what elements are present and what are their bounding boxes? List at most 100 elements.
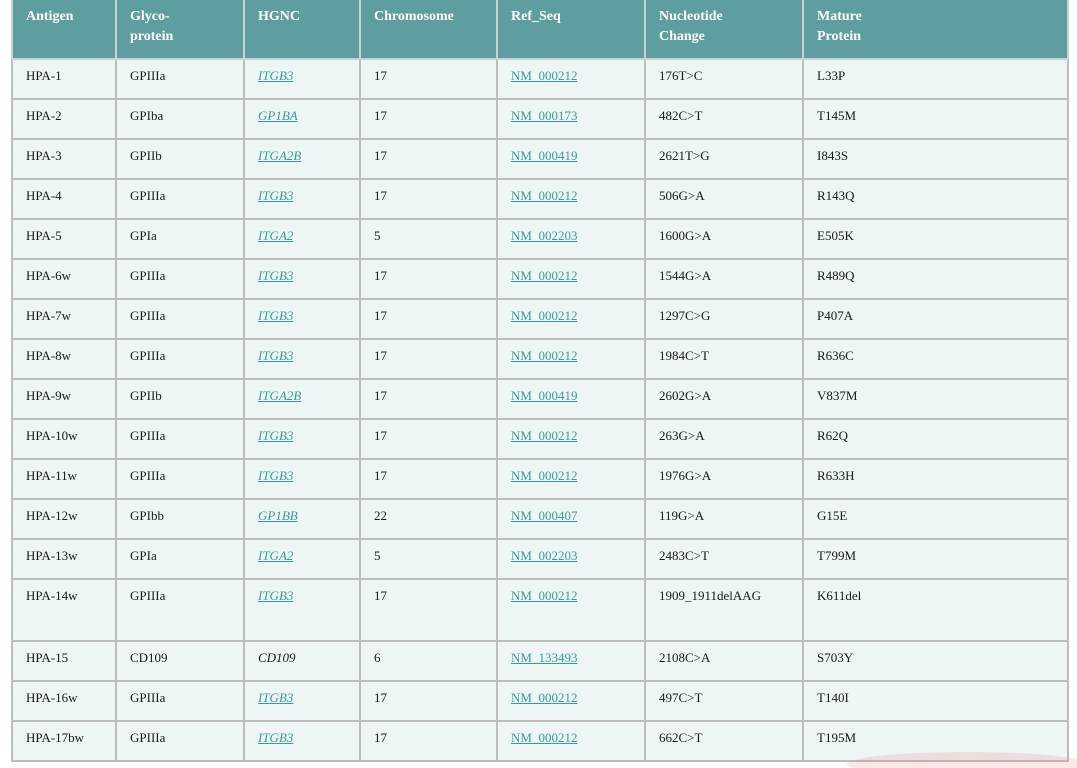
cell-hgnc[interactable]: ITGB3 xyxy=(243,578,361,642)
cell-refseq[interactable]: NM_000212 xyxy=(496,178,646,220)
cell-refseq[interactable]: NM_000212 xyxy=(496,418,646,460)
cell-antigen: HPA-1 xyxy=(11,58,117,100)
cell-antigen: HPA-12w xyxy=(11,498,117,540)
cell-glycoprotein: GPIIIa xyxy=(115,258,245,300)
cell-refseq[interactable]: NM_000212 xyxy=(496,338,646,380)
cell-hgnc-link[interactable]: ITGB3 xyxy=(258,268,293,283)
cell-mature-protein: R143Q xyxy=(802,178,1069,220)
cell-nucleotide-change: 506G>A xyxy=(644,178,804,220)
cell-refseq[interactable]: NM_000407 xyxy=(496,498,646,540)
cell-refseq-link[interactable]: NM_000212 xyxy=(511,68,577,83)
cell-hgnc[interactable]: GP1BB xyxy=(243,498,361,540)
cell-refseq-link[interactable]: NM_000212 xyxy=(511,268,577,283)
cell-refseq-link[interactable]: NM_000212 xyxy=(511,308,577,323)
cell-hgnc[interactable]: ITGB3 xyxy=(243,258,361,300)
cell-hgnc: CD109 xyxy=(243,640,361,682)
table-row: HPA-5 GPIa ITGA2 5 NM_002203 1600G>A E505K xyxy=(11,218,1069,260)
cell-hgnc[interactable]: ITGB3 xyxy=(243,58,361,100)
cell-antigen: HPA-5 xyxy=(11,218,117,260)
cell-refseq-link[interactable]: NM_000212 xyxy=(511,690,577,705)
cell-hgnc-link[interactable]: ITGB3 xyxy=(258,588,293,603)
cell-glycoprotein: GPIIIa xyxy=(115,458,245,500)
cell-hgnc-link[interactable]: ITGB3 xyxy=(258,68,293,83)
cell-hgnc[interactable]: ITGA2 xyxy=(243,218,361,260)
cell-refseq[interactable]: NM_000212 xyxy=(496,258,646,300)
cell-mature-protein: R62Q xyxy=(802,418,1069,460)
cell-mature-protein: P407A xyxy=(802,298,1069,340)
cell-mature-protein: R633H xyxy=(802,458,1069,500)
column-header-label: Antigen xyxy=(26,9,74,24)
cell-hgnc-link[interactable]: GP1BA xyxy=(258,108,298,123)
cell-refseq-link[interactable]: NM_000419 xyxy=(511,388,577,403)
cell-hgnc-link[interactable]: ITGA2B xyxy=(258,388,301,403)
cell-refseq[interactable]: NM_000173 xyxy=(496,98,646,140)
cell-hgnc-link[interactable]: GP1BB xyxy=(258,508,298,523)
cell-refseq-link[interactable]: NM_002203 xyxy=(511,228,577,243)
cell-glycoprotein: GPIbb xyxy=(115,498,245,540)
cell-hgnc[interactable]: ITGA2B xyxy=(243,378,361,420)
column-header-glycoprotein: Glyco- protein xyxy=(115,0,245,60)
cell-refseq-link[interactable]: NM_000212 xyxy=(511,588,577,603)
cell-refseq[interactable]: NM_000212 xyxy=(496,298,646,340)
cell-refseq[interactable]: NM_002203 xyxy=(496,218,646,260)
cell-refseq[interactable]: NM_002203 xyxy=(496,538,646,580)
cell-hgnc[interactable]: ITGB3 xyxy=(243,680,361,722)
cell-refseq[interactable]: NM_000419 xyxy=(496,378,646,420)
cell-refseq-link[interactable]: NM_002203 xyxy=(511,548,577,563)
cell-refseq-link[interactable]: NM_000212 xyxy=(511,730,577,745)
cell-mature-protein: S703Y xyxy=(802,640,1069,682)
cell-refseq[interactable]: NM_000419 xyxy=(496,138,646,180)
cell-hgnc-link[interactable]: ITGB3 xyxy=(258,690,293,705)
cell-antigen: HPA-4 xyxy=(11,178,117,220)
cell-hgnc[interactable]: ITGA2 xyxy=(243,538,361,580)
cell-hgnc[interactable]: GP1BA xyxy=(243,98,361,140)
cell-refseq-link[interactable]: NM_000212 xyxy=(511,188,577,203)
table-row: HPA-11w GPIIIa ITGB3 17 NM_000212 1976G>A R633… xyxy=(11,458,1069,500)
cell-glycoprotein: GPIIIa xyxy=(115,298,245,340)
cell-refseq-link[interactable]: NM_133493 xyxy=(511,650,577,665)
table-row: HPA-9w GPIIb ITGA2B 17 NM_000419 2602G>A V837M xyxy=(11,378,1069,420)
cell-nucleotide-change: 662C>T xyxy=(644,720,804,762)
cell-hgnc-link[interactable]: ITGB3 xyxy=(258,730,293,745)
cell-refseq-link[interactable]: NM_000212 xyxy=(511,428,577,443)
cell-refseq-link[interactable]: NM_000212 xyxy=(511,348,577,363)
cell-refseq[interactable]: NM_133493 xyxy=(496,640,646,682)
cell-chromosome: 6 xyxy=(359,640,498,682)
cell-hgnc-link[interactable]: ITGA2B xyxy=(258,148,301,163)
cell-hgnc-link[interactable]: ITGB3 xyxy=(258,428,293,443)
cell-hgnc[interactable]: ITGB3 xyxy=(243,178,361,220)
cell-nucleotide-change: 176T>C xyxy=(644,58,804,100)
cell-hgnc[interactable]: ITGB3 xyxy=(243,338,361,380)
hpa-table-container: Antigen Glyco- protein HGNC Chromosome R… xyxy=(11,0,1069,762)
cell-refseq[interactable]: NM_000212 xyxy=(496,720,646,762)
cell-antigen: HPA-9w xyxy=(11,378,117,420)
cell-chromosome: 17 xyxy=(359,458,498,500)
cell-refseq[interactable]: NM_000212 xyxy=(496,458,646,500)
cell-nucleotide-change: 1297C>G xyxy=(644,298,804,340)
cell-refseq[interactable]: NM_000212 xyxy=(496,680,646,722)
cell-hgnc-link[interactable]: ITGB3 xyxy=(258,468,293,483)
cell-nucleotide-change: 2108C>A xyxy=(644,640,804,682)
cell-hgnc[interactable]: ITGB3 xyxy=(243,458,361,500)
cell-refseq[interactable]: NM_000212 xyxy=(496,58,646,100)
cell-hgnc-link[interactable]: ITGB3 xyxy=(258,188,293,203)
column-header-label: Nucleotide Change xyxy=(659,9,723,44)
cell-refseq-link[interactable]: NM_000173 xyxy=(511,108,577,123)
cell-refseq[interactable]: NM_000212 xyxy=(496,578,646,642)
cell-mature-protein: T140I xyxy=(802,680,1069,722)
cell-glycoprotein: CD109 xyxy=(115,640,245,682)
cell-hgnc-link[interactable]: ITGA2 xyxy=(258,548,293,563)
cell-hgnc[interactable]: ITGA2B xyxy=(243,138,361,180)
cell-glycoprotein: GPIIIa xyxy=(115,578,245,642)
cell-refseq-link[interactable]: NM_000212 xyxy=(511,468,577,483)
cell-hgnc-link[interactable]: ITGB3 xyxy=(258,308,293,323)
cell-hgnc[interactable]: ITGB3 xyxy=(243,720,361,762)
cell-hgnc-link[interactable]: ITGB3 xyxy=(258,348,293,363)
cell-refseq-link[interactable]: NM_000407 xyxy=(511,508,577,523)
cell-hgnc[interactable]: ITGB3 xyxy=(243,418,361,460)
cell-refseq-link[interactable]: NM_000419 xyxy=(511,148,577,163)
cell-hgnc-link[interactable]: ITGA2 xyxy=(258,228,293,243)
cell-hgnc[interactable]: ITGB3 xyxy=(243,298,361,340)
cell-glycoprotein: GPIIIa xyxy=(115,720,245,762)
table-header: Antigen Glyco- protein HGNC Chromosome R… xyxy=(11,0,1069,60)
